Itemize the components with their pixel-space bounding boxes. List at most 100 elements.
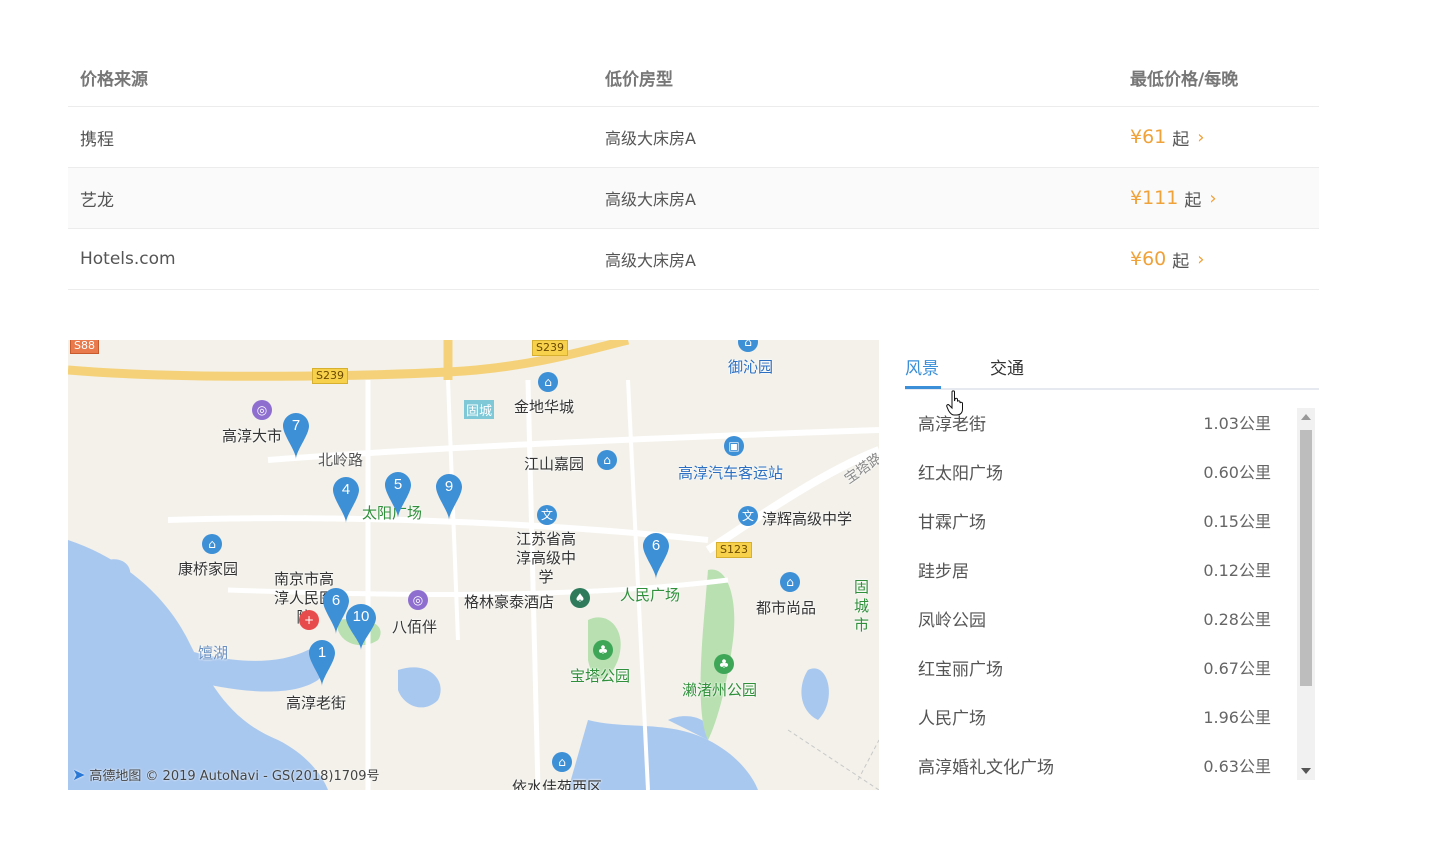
price-table: 价格来源 低价房型 最低价格/每晚 携程 高级大床房A ¥61 起 › 艺龙 高…	[68, 48, 1319, 290]
price-suffix: 起	[1172, 129, 1190, 150]
nearby-tabs: 风景 交通	[905, 340, 1319, 390]
price-source: Hotels.com	[80, 249, 176, 269]
room-type: 高级大床房A	[605, 129, 696, 148]
building-icon: ⌂	[597, 450, 617, 470]
bus-icon: ▣	[724, 436, 744, 456]
list-item[interactable]: 跬步居 0.12公里	[905, 551, 1297, 600]
school-icon: 文	[537, 505, 557, 525]
park-icon: ♣	[593, 640, 613, 660]
price-suffix: 起	[1172, 251, 1190, 272]
item-name: 高淳婚礼文化广场	[918, 758, 1054, 778]
price-value: ¥61	[1130, 126, 1167, 148]
map-label-renmin: 人民广场	[620, 586, 681, 604]
map-pin-4[interactable]: 4	[333, 477, 359, 523]
item-name: 跬步居	[918, 562, 969, 582]
pin-number: 1	[317, 644, 327, 661]
item-distance: 0.60公里	[1203, 463, 1271, 482]
list-item[interactable]: 凤岭公园 0.28公里	[905, 600, 1297, 649]
hospital-icon: +	[299, 610, 319, 630]
price-row-hotels-com[interactable]: Hotels.com 高级大床房A ¥60 起 ›	[68, 229, 1319, 290]
pin-number: 9	[444, 478, 454, 495]
list-item[interactable]: 高淳婚礼文化广场 0.63公里	[905, 747, 1297, 788]
price-row-elong[interactable]: 艺龙 高级大床房A ¥111 起 ›	[68, 168, 1319, 229]
shop-icon: ◎	[252, 400, 272, 420]
header-price-source: 价格来源	[80, 69, 148, 90]
room-type: 高级大床房A	[605, 251, 696, 270]
item-name: 红太阳广场	[918, 464, 1003, 484]
scroll-thumb[interactable]	[1300, 430, 1312, 686]
item-distance: 0.12公里	[1203, 561, 1271, 580]
scroll-up-arrow-icon[interactable]	[1301, 414, 1311, 420]
tab-scenery[interactable]: 风景	[905, 354, 939, 379]
map-label-old-street: 高淳老街	[286, 694, 347, 712]
item-name: 人民广场	[918, 709, 986, 729]
header-lowest-price: 最低价格/每晚	[1130, 69, 1239, 90]
price-link[interactable]: ¥111 起 ›	[1130, 168, 1217, 228]
list-item[interactable]: 人民广场 1.96公里	[905, 698, 1297, 747]
item-distance: 1.03公里	[1203, 414, 1271, 433]
nearby-panel: 风景 交通 高淳老街 1.03公里 红太阳广场 0.60公里 甘霖广场 0.15公里 …	[905, 340, 1319, 790]
map-label-bus-station: 高淳汽车客运站	[678, 464, 784, 482]
map-pin-7[interactable]: 6	[643, 533, 669, 579]
list-item[interactable]: 红太阳广场 0.60公里	[905, 453, 1297, 502]
item-distance: 1.96公里	[1203, 708, 1271, 727]
road-badge-s239: S239	[532, 340, 568, 356]
map-label-jiangsu-school: 江苏省高淳高级中学	[515, 530, 576, 586]
list-item[interactable]: 甘霖广场 0.15公里	[905, 502, 1297, 551]
map-label-jindi: 金地华城	[514, 398, 575, 416]
price-table-header: 价格来源 低价房型 最低价格/每晚	[68, 48, 1319, 107]
item-distance: 0.15公里	[1203, 512, 1271, 531]
building-icon: ⌂	[538, 372, 558, 392]
pin-number: 4	[341, 481, 351, 498]
map-pin-9[interactable]: 9	[436, 474, 462, 520]
price-source: 艺龙	[80, 190, 114, 211]
item-distance: 0.63公里	[1203, 757, 1271, 776]
pin-number: 7	[291, 417, 301, 434]
nearby-scrollbar[interactable]	[1297, 408, 1315, 780]
map-label-beiling-road: 北岭路	[318, 451, 364, 469]
active-tab-indicator	[905, 386, 941, 389]
map-label-yuqin: 御沁园	[728, 358, 774, 376]
price-link[interactable]: ¥60 起 ›	[1130, 229, 1204, 289]
attribution-logo: 高德地图	[89, 769, 142, 784]
map-pin-1[interactable]: 1	[309, 640, 335, 686]
list-item[interactable]: 红宝丽广场 0.67公里	[905, 649, 1297, 698]
scroll-down-arrow-icon[interactable]	[1301, 768, 1311, 774]
tab-transport[interactable]: 交通	[990, 354, 1024, 379]
chevron-right-icon: ›	[1209, 187, 1217, 209]
map-label-gucheng: 固城	[464, 400, 495, 419]
hotel-icon: ♠	[570, 588, 590, 608]
price-source: 携程	[80, 129, 114, 150]
map-pin-8[interactable]: 7	[283, 413, 309, 459]
building-icon: ⌂	[552, 752, 572, 772]
map-label-gu-city: 固城市	[854, 578, 870, 634]
map-label-gaochun-dashi: 高淳大市	[222, 427, 283, 445]
map-view[interactable]: S88 S239 S239 S123 ⌂ 御沁园 ⌂ 金地华城 固城 ◎ 高淳大…	[68, 340, 879, 790]
price-link[interactable]: ¥61 起 ›	[1130, 107, 1204, 167]
price-value: ¥111	[1130, 187, 1179, 209]
navigation-arrow-icon: ➤	[72, 765, 86, 784]
building-icon: ⌂	[202, 534, 222, 554]
road-badge-s123: S123	[716, 542, 752, 558]
item-name: 凤岭公园	[918, 611, 986, 631]
map-pin-5[interactable]: 5	[385, 472, 411, 518]
shop-icon: ◎	[408, 590, 428, 610]
chevron-right-icon: ›	[1197, 248, 1205, 270]
hand-cursor-icon	[946, 390, 963, 416]
item-name: 甘霖广场	[918, 513, 986, 533]
price-suffix: 起	[1184, 190, 1202, 211]
room-type: 高级大床房A	[605, 190, 696, 209]
map-label-kangqiao: 康桥家园	[178, 560, 239, 578]
school-icon: 文	[738, 506, 758, 526]
map-pin-10[interactable]: 10	[346, 604, 376, 650]
map-label-babaiban: 八佰伴	[392, 618, 438, 636]
map-label-greentree: 格林豪泰酒店	[464, 593, 555, 611]
map-label-chunhui: 淳辉高级中学	[762, 510, 853, 528]
map-label-lake: 𫗴湖	[198, 644, 229, 662]
building-icon: ⌂	[780, 572, 800, 592]
road-badge-s239: S239	[312, 368, 348, 384]
nearby-list: 高淳老街 1.03公里 红太阳广场 0.60公里 甘霖广场 0.15公里 跬步居 0.1…	[905, 404, 1297, 788]
chevron-right-icon: ›	[1197, 126, 1205, 148]
map-label-yishui: 依水佳苑西区	[512, 778, 603, 790]
price-row-ctrip[interactable]: 携程 高级大床房A ¥61 起 ›	[68, 107, 1319, 168]
